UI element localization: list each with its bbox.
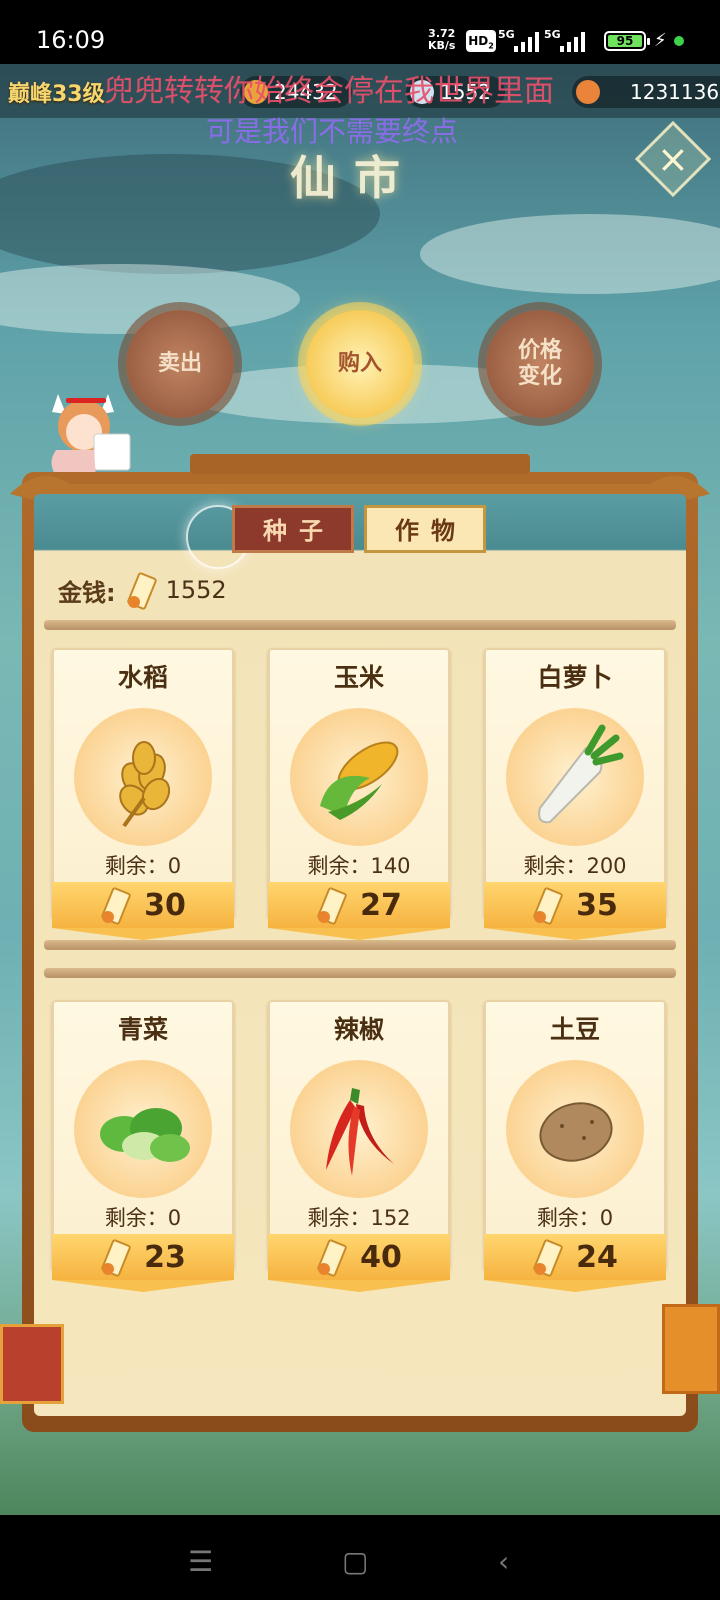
- sim2-label: 5G: [544, 28, 561, 41]
- item-price: 40: [360, 1239, 402, 1275]
- item-name: 辣椒: [333, 1015, 384, 1044]
- sim1-label: 5G: [498, 28, 515, 41]
- currency-icon: [316, 887, 346, 923]
- item-remaining: 剩余：200: [523, 854, 627, 878]
- overlay-text-1: 兜兜转转你始终会停在我世界里面: [104, 74, 554, 109]
- item-price: 23: [144, 1239, 186, 1275]
- item-name: 白萝卜: [537, 663, 613, 692]
- currency-icon: [100, 1239, 130, 1275]
- price-tag: 27: [268, 882, 450, 928]
- clock: 16:09: [36, 26, 106, 54]
- item-price: 27: [360, 887, 402, 923]
- price-tag: 23: [52, 1234, 234, 1280]
- price-change-label: 价格 变化: [517, 338, 562, 389]
- item-remaining: 剩余：0: [536, 1206, 614, 1230]
- radish-icon: [538, 724, 624, 824]
- tab-seed[interactable]: 种子: [232, 505, 354, 553]
- status-bar: 16:09 3.72 KB/s HD2 5G 5G 95 ⚡: [0, 0, 720, 64]
- navigation-bar: ☰ ▢ ‹: [0, 1515, 720, 1600]
- price-tag: 35: [484, 882, 666, 928]
- sell-label: 卖出: [157, 351, 202, 376]
- currency-icon: [100, 887, 130, 923]
- item-name: 土豆: [549, 1015, 600, 1044]
- item-card-rice[interactable]: 水稻 剩余：0 30: [52, 648, 234, 940]
- cloud: [420, 214, 720, 294]
- price-tag: 24: [484, 1234, 666, 1280]
- item-name: 青菜: [117, 1015, 168, 1044]
- page-title: 仙市: [290, 151, 418, 205]
- resource-3-value: 1231136: [630, 80, 720, 104]
- shelf-rail: [44, 940, 676, 950]
- menu-icon[interactable]: ☰: [188, 1545, 213, 1578]
- currency-icon: [532, 887, 562, 923]
- item-card-chili[interactable]: 辣椒 剩余：152 40: [268, 1000, 450, 1292]
- money-value: 1552: [165, 576, 227, 604]
- hd-sub: 2: [488, 41, 494, 51]
- back-icon[interactable]: ‹: [498, 1545, 509, 1578]
- potato-icon: [539, 1102, 613, 1162]
- bokchoy-icon: [100, 1108, 190, 1162]
- item-remaining: 剩余：0: [104, 1206, 182, 1230]
- item-remaining: 剩余：0: [104, 854, 182, 878]
- signal-bars-icon: [514, 30, 539, 52]
- hd-label: HD: [468, 34, 489, 48]
- item-image-backdrop: [506, 1060, 644, 1198]
- item-price: 35: [576, 887, 618, 923]
- item-remaining: 剩余：152: [307, 1206, 411, 1230]
- currency-icon: [316, 1239, 346, 1275]
- item-name: 水稻: [117, 663, 168, 692]
- player-level: 巅峰33级: [8, 82, 105, 107]
- money-row: 金钱: 1552: [58, 572, 227, 608]
- charging-icon: ⚡: [654, 30, 667, 51]
- battery-level: 95: [608, 35, 642, 47]
- item-image-backdrop: [506, 708, 644, 846]
- signal-bars-icon-2: [560, 30, 585, 52]
- shelf-rail: [44, 620, 676, 630]
- chili-icon: [326, 1088, 394, 1176]
- item-price: 24: [576, 1239, 618, 1275]
- item-image-backdrop: [74, 1060, 212, 1198]
- item-price: 30: [144, 887, 186, 923]
- network-speed: 3.72 KB/s: [428, 28, 455, 52]
- item-remaining: 剩余：140: [307, 854, 411, 878]
- gift-box-icon[interactable]: [0, 1324, 64, 1404]
- tab-crop[interactable]: 作物: [364, 505, 486, 553]
- battery-icon: 95: [604, 31, 650, 51]
- close-icon: ×: [657, 137, 689, 181]
- item-image-backdrop: [74, 708, 212, 846]
- rice-icon: [119, 741, 171, 828]
- network-speed-unit: KB/s: [428, 39, 456, 52]
- gold-icon: [576, 80, 600, 104]
- currency-icon: [126, 572, 156, 608]
- price-tag: 30: [52, 882, 234, 928]
- money-label: 金钱:: [58, 578, 116, 607]
- close-button[interactable]: ×: [634, 120, 712, 198]
- buy-label: 购入: [337, 351, 382, 376]
- item-card-radish[interactable]: 白萝卜 剩余：200 35: [484, 648, 666, 940]
- buy-button[interactable]: 购入: [306, 310, 414, 418]
- hd-icon: HD2: [466, 30, 496, 52]
- sell-button[interactable]: 卖出: [126, 310, 234, 418]
- price-change-button[interactable]: 价格 变化: [486, 310, 594, 418]
- item-card-corn[interactable]: 玉米 剩余：140 27: [268, 648, 450, 940]
- item-name: 玉米: [333, 663, 384, 692]
- notification-dot: [674, 36, 684, 46]
- item-card-bokchoy[interactable]: 青菜 剩余：0 23: [52, 1000, 234, 1292]
- corn-icon: [320, 741, 399, 820]
- item-image-backdrop: [290, 1060, 428, 1198]
- shelf-rail: [44, 968, 676, 978]
- game-screen: 巅峰33级 24432 1552 1231136 兜兜转转你始终会停在我世界里面…: [0, 64, 720, 1515]
- home-icon[interactable]: ▢: [342, 1545, 368, 1578]
- item-image-backdrop: [290, 708, 428, 846]
- price-tag: 40: [268, 1234, 450, 1280]
- resource-3[interactable]: 1231136: [572, 76, 720, 108]
- item-card-potato[interactable]: 土豆 剩余：0 24: [484, 1000, 666, 1292]
- currency-icon: [532, 1239, 562, 1275]
- treasure-chest-icon[interactable]: [662, 1304, 720, 1394]
